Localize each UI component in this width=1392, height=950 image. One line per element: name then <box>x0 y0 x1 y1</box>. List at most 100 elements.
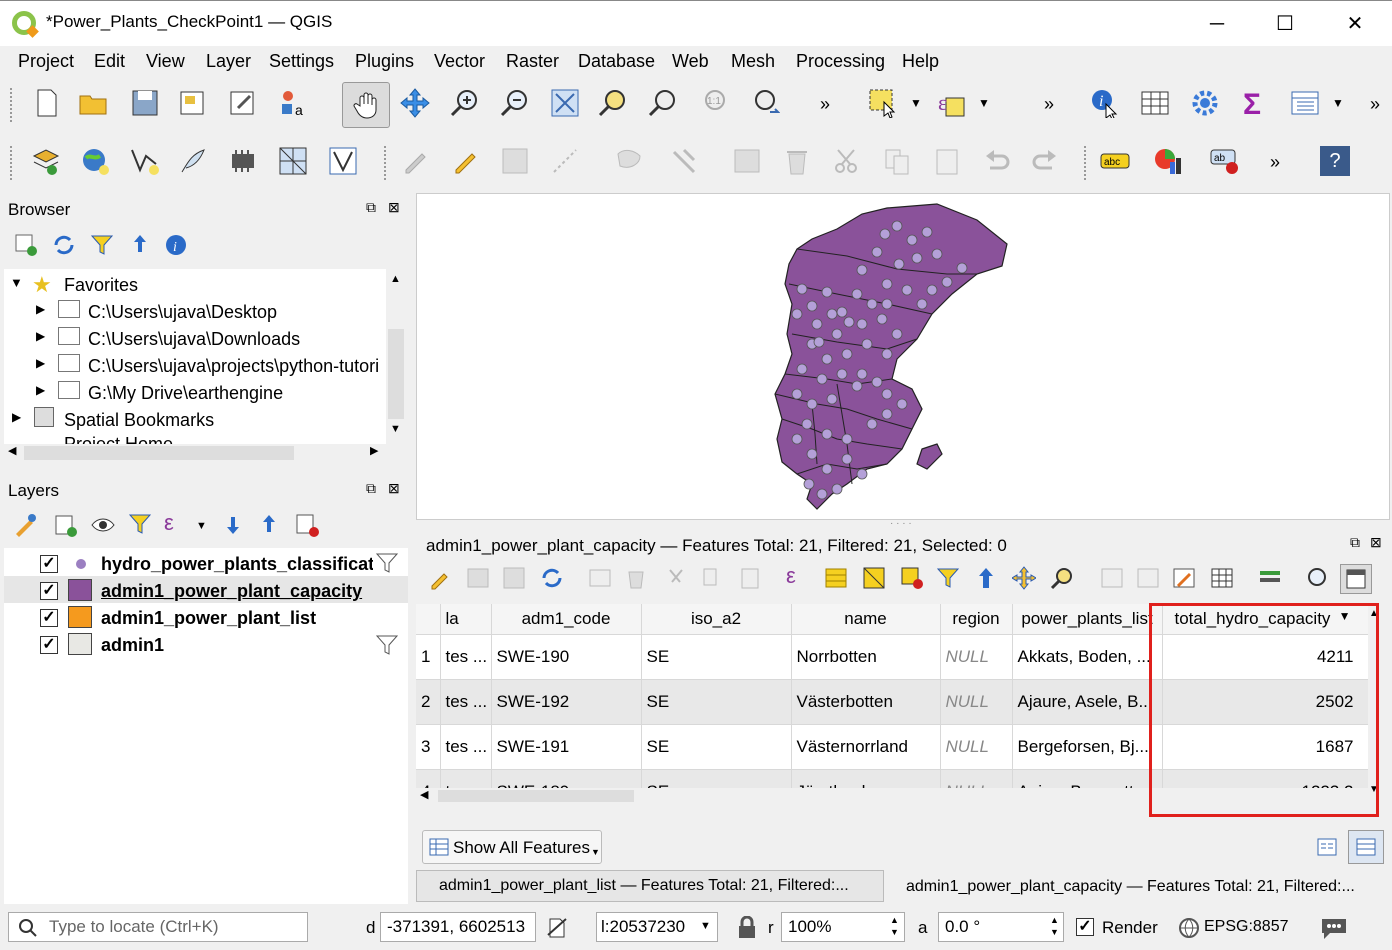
scroll-up-icon[interactable]: ▲ <box>390 273 401 285</box>
paste-features-icon[interactable] <box>932 146 962 176</box>
digitize-icon[interactable] <box>550 146 580 176</box>
expression-dropdown-icon[interactable]: ▼ <box>196 520 207 532</box>
new-field-icon[interactable] <box>1100 566 1124 590</box>
zoom-to-selection-icon[interactable] <box>598 88 628 118</box>
new-virtual-layer-icon[interactable] <box>228 146 258 176</box>
layer-name[interactable]: admin1_power_plant_list <box>101 608 316 629</box>
delete-feature-icon[interactable] <box>624 566 648 590</box>
menu-raster[interactable]: Raster <box>506 51 559 72</box>
toolbar-overflow-icon-2[interactable]: » <box>1044 94 1054 115</box>
toolbar-overflow-icon[interactable]: » <box>820 94 830 115</box>
float-panel-icon[interactable]: ⧉ <box>1350 534 1360 551</box>
layer-visibility-checkbox[interactable]: ✓ <box>40 582 58 600</box>
move-selection-top-icon[interactable] <box>974 566 998 590</box>
paste-icon[interactable] <box>738 566 762 590</box>
scroll-right-icon[interactable]: ▶ <box>370 444 378 457</box>
browser-vscrollbar[interactable]: ▲ ▼ <box>386 269 406 444</box>
table-cell[interactable]: tes ... <box>440 724 492 770</box>
browser-item[interactable]: C:\Users\ujava\projects\python-tutori <box>88 356 379 377</box>
close-panel-icon[interactable]: ⊠ <box>388 480 400 497</box>
statistics-sigma-icon[interactable]: Σ <box>1240 88 1270 118</box>
actions-search-icon[interactable] <box>1306 566 1330 590</box>
rotation-spinner-icon[interactable]: ▲ ▼ <box>1050 914 1059 938</box>
zoom-in-icon[interactable] <box>450 88 480 118</box>
table-cell[interactable]: SE <box>641 634 792 680</box>
menu-layer[interactable]: Layer <box>206 51 251 72</box>
browser-bookmarks[interactable]: Spatial Bookmarks <box>64 410 214 431</box>
save-edits-icon[interactable] <box>502 566 526 590</box>
add-polygon-icon[interactable] <box>614 146 644 176</box>
table-cell[interactable]: tes ... <box>440 679 492 725</box>
new-mesh-layer-icon[interactable] <box>278 146 308 176</box>
table-dropdown-icon[interactable]: ▼ <box>1332 96 1344 110</box>
row-number[interactable]: 3 <box>416 724 441 770</box>
delete-selected-icon[interactable] <box>782 146 812 176</box>
filter-by-expression-icon[interactable]: ε <box>164 510 174 536</box>
menu-view[interactable]: View <box>146 51 185 72</box>
toolbar-overflow-icon-3[interactable]: » <box>1370 94 1380 115</box>
close-button[interactable]: ✕ <box>1335 9 1375 39</box>
layer-name[interactable]: admin1 <box>101 635 164 656</box>
menu-settings[interactable]: Settings <box>269 51 334 72</box>
layout-manager-icon[interactable] <box>228 88 258 118</box>
filter-select-icon[interactable] <box>936 566 960 590</box>
expand-arrow-icon[interactable]: ▶ <box>12 410 21 424</box>
save-project-icon[interactable] <box>130 88 160 118</box>
organize-columns-icon[interactable] <box>1172 566 1196 590</box>
open-table-icon[interactable] <box>1290 88 1320 118</box>
zoom-last-icon[interactable] <box>750 88 780 118</box>
toolbar-grip-4[interactable] <box>1084 146 1088 180</box>
new-temporary-layer-icon[interactable] <box>178 146 208 176</box>
toggle-extents-icon[interactable] <box>544 915 570 941</box>
table-cell[interactable]: SWE-192 <box>491 679 642 725</box>
toggle-editing-icon[interactable] <box>428 566 452 590</box>
toolbar-grip-2[interactable] <box>10 146 14 180</box>
table-cell[interactable]: Ajaure, Asele, B... <box>1012 679 1163 725</box>
hscroll-thumb[interactable] <box>24 446 294 460</box>
menu-plugins[interactable]: Plugins <box>355 51 414 72</box>
column-header[interactable]: name <box>791 604 941 635</box>
table-cell[interactable]: SWE-191 <box>491 724 642 770</box>
add-group-icon[interactable] <box>52 512 78 538</box>
browser-hscrollbar[interactable]: ◀ ▶ <box>4 444 386 462</box>
browser-favorites[interactable]: Favorites <box>64 275 138 296</box>
copy-icon[interactable] <box>700 566 724 590</box>
select-by-expression-icon[interactable]: ε <box>786 563 796 589</box>
layer-name[interactable]: hydro_power_plants_classificatio <box>101 554 373 575</box>
table-cell[interactable]: tes ... <box>440 634 492 680</box>
conditional-formatting-icon[interactable] <box>1258 566 1282 590</box>
map-canvas[interactable] <box>416 193 1390 520</box>
browser-item[interactable]: G:\My Drive\earthengine <box>88 383 283 404</box>
menu-web[interactable]: Web <box>672 51 709 72</box>
lock-scale-icon[interactable] <box>736 916 758 940</box>
expression-dropdown-icon[interactable]: ▼ <box>978 96 990 110</box>
menu-vector[interactable]: Vector <box>434 51 485 72</box>
pin-unpin-labels-icon[interactable]: ab <box>1210 146 1240 176</box>
table-cell[interactable]: Norrbotten <box>791 634 941 680</box>
cut-features-icon[interactable] <box>832 146 862 176</box>
select-features-icon[interactable] <box>868 88 898 118</box>
select-dropdown-icon[interactable]: ▼ <box>910 96 922 110</box>
render-checkbox[interactable]: ✓ <box>1076 918 1094 936</box>
expand-arrow-icon[interactable]: ▶ <box>36 302 45 316</box>
table-cell[interactable]: Västerbotten <box>791 679 941 725</box>
layer-visibility-checkbox[interactable]: ✓ <box>40 609 58 627</box>
scale-dropdown-icon[interactable]: ▼ <box>700 920 711 932</box>
expand-arrow-icon[interactable]: ▶ <box>36 383 45 397</box>
select-all-icon[interactable] <box>824 566 848 590</box>
float-panel-icon[interactable]: ⧉ <box>366 480 376 497</box>
layer-visibility-checkbox[interactable]: ✓ <box>40 636 58 654</box>
minimize-button[interactable]: ─ <box>1197 9 1237 39</box>
maximize-button[interactable]: ☐ <box>1265 9 1305 39</box>
visibility-eye-icon[interactable] <box>90 512 116 538</box>
layer-styling-icon[interactable] <box>12 512 38 538</box>
zoom-out-icon[interactable] <box>500 88 530 118</box>
collapse-all-icon[interactable] <box>128 233 152 257</box>
copy-features-icon[interactable] <box>882 146 912 176</box>
tab-power-plant-list[interactable]: admin1_power_plant_list — Features Total… <box>416 870 884 902</box>
zoom-to-selected-icon[interactable] <box>1050 566 1074 590</box>
menu-help[interactable]: Help <box>902 51 939 72</box>
remove-layer-icon[interactable] <box>294 512 320 538</box>
dock-table-button[interactable] <box>1340 564 1372 594</box>
open-project-icon[interactable] <box>78 88 108 118</box>
